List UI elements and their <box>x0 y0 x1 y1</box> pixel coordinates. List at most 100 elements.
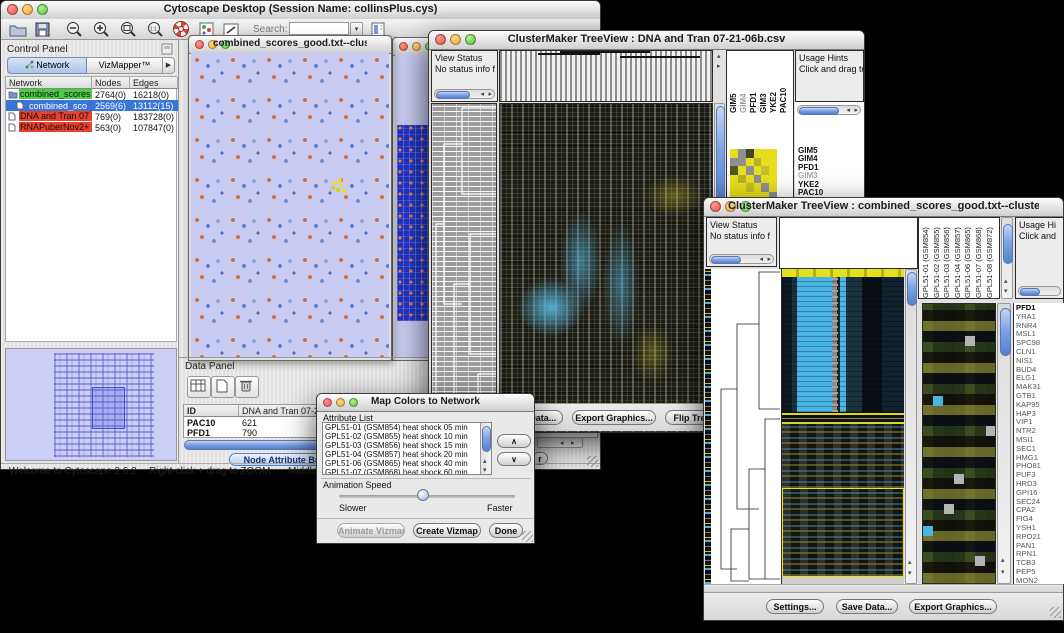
scroll-down-icon[interactable]: ▾ <box>1004 288 1008 296</box>
tv2-zoom-heatmap[interactable] <box>922 303 996 584</box>
resize-grip[interactable] <box>587 456 598 467</box>
close-button[interactable] <box>399 42 408 51</box>
network-row[interactable]: DNA and Tran 07 769(0) 183728(0) <box>6 111 178 122</box>
tv2-status-hscroll[interactable]: ◂ ▸ <box>709 254 774 264</box>
scroll-up-icon[interactable]: ▴ <box>1004 278 1008 286</box>
tv2-usage-hscroll-thumb[interactable] <box>1020 288 1040 296</box>
tv2-save-data-button[interactable]: Save Data... <box>836 599 898 614</box>
tv2-titlebar[interactable]: ClusterMaker TreeView : combined_scores_… <box>704 198 1063 217</box>
help-ring-icon[interactable] <box>173 21 189 37</box>
tv2-column-dendrogram[interactable] <box>779 217 918 269</box>
overview-viewport-rect[interactable] <box>92 387 125 429</box>
tv1-row-dendrogram[interactable] <box>431 103 497 433</box>
data-panel-hscroll-track[interactable]: ◂ ▸ <box>537 437 583 448</box>
attribute-item[interactable]: GPL51-02 (GSM855) heat shock 10 min <box>325 433 489 442</box>
gene-label[interactable]: MON2 <box>1016 577 1064 584</box>
scroll-right-icon[interactable]: ▸ <box>717 63 721 71</box>
scroll-left-icon[interactable]: ◂ <box>560 440 564 448</box>
dialog-titlebar[interactable]: Map Colors to Network <box>317 394 534 412</box>
attribute-listbox[interactable]: GPL51-01 (GSM854) heat shock 05 minGPL51… <box>322 422 492 475</box>
scroll-up-icon[interactable]: ▴ <box>717 53 721 61</box>
float-panel-icon[interactable] <box>161 43 173 55</box>
net1-titlebar[interactable]: combined_scores_good.txt--cluste... <box>189 36 391 54</box>
tab-vizmapper[interactable]: VizMapper™ <box>87 57 163 74</box>
network-overview[interactable] <box>5 348 177 461</box>
close-button[interactable] <box>435 34 446 45</box>
scroll-up-icon[interactable]: ▴ <box>908 559 912 567</box>
tv2-heatmap-vscroll[interactable]: ▴ ▾ <box>905 269 917 584</box>
scroll-down-icon[interactable]: ▾ <box>1001 569 1005 577</box>
scroll-left-icon[interactable]: ◂ <box>759 256 763 264</box>
tv2-settings-button[interactable]: Settings... <box>766 599 824 614</box>
attrlist-vscroll[interactable]: ▴ ▾ <box>480 423 491 475</box>
tv2-genelist-vscroll-thumb[interactable] <box>1000 308 1011 356</box>
zoom-out-icon[interactable] <box>65 21 83 38</box>
network-row[interactable]: combined_scores 2764(0) 16218(0) <box>6 89 178 100</box>
tv1-status-hscroll[interactable]: ◂ ▸ <box>434 89 495 99</box>
search-input[interactable] <box>289 22 349 35</box>
network-row-selected[interactable]: combined_sco 2569(6) 13112(15) <box>6 100 178 111</box>
new-attribute-button[interactable] <box>211 376 235 398</box>
save-session-icon[interactable] <box>35 22 50 37</box>
animate-vizmap-button[interactable]: Animate Vizmap <box>337 523 405 538</box>
minimize-button[interactable] <box>412 42 421 51</box>
attribute-item[interactable]: GPL51-03 (GSM856) heat shock 15 min <box>325 442 489 451</box>
close-button[interactable] <box>323 398 332 407</box>
network-row[interactable]: RNAPuberNov2+ 563(0) 107847(0) <box>6 122 178 133</box>
open-session-icon[interactable] <box>9 22 27 37</box>
scroll-right-icon[interactable]: ▸ <box>488 91 492 99</box>
main-titlebar[interactable]: Cytoscape Desktop (Session Name: collins… <box>1 1 600 20</box>
attribute-item[interactable]: GPL51-01 (GSM854) heat shock 05 min <box>325 424 489 433</box>
tv1-heatmap-vscroll-thumb[interactable] <box>716 106 725 203</box>
attr-col-id[interactable]: ID <box>184 405 239 417</box>
zoom-in-icon[interactable] <box>92 21 110 38</box>
speed-slider-thumb[interactable] <box>417 489 429 501</box>
attribute-select-button[interactable] <box>187 376 211 398</box>
attrlist-vscroll-thumb[interactable] <box>482 426 491 452</box>
scroll-down-icon[interactable]: ▾ <box>483 467 487 475</box>
tv2-heatmap-selection[interactable] <box>782 488 904 577</box>
tv2-usage-hscroll[interactable] <box>1018 286 1061 296</box>
tv2-export-graphics-button[interactable]: Export Graphics... <box>909 599 997 614</box>
move-down-button[interactable]: ∨ <box>497 452 531 466</box>
attribute-item[interactable]: GPL51-07 (GSM868) heat shock 60 min <box>325 469 489 475</box>
tv2-collabel-vscroll[interactable]: ▴ ▾ <box>1001 217 1013 299</box>
close-button[interactable] <box>710 201 721 212</box>
tv2-heatmap[interactable] <box>782 269 904 584</box>
tv1-heatmap[interactable] <box>499 103 713 433</box>
tv2-status-hscroll-thumb[interactable] <box>711 256 741 264</box>
done-button[interactable]: Done <box>489 523 523 538</box>
tv1-usage-hscroll[interactable]: ◂ ▸ <box>797 105 861 115</box>
attr-cell[interactable]: PFD1 <box>184 427 239 438</box>
tab-network[interactable]: Network <box>7 57 87 74</box>
scroll-up-icon[interactable]: ▴ <box>1001 557 1005 565</box>
tv1-submatrix-heatmap[interactable] <box>730 149 777 200</box>
resize-grip[interactable] <box>522 531 533 542</box>
tv1-export-graphics-button[interactable]: Export Graphics... <box>572 410 656 425</box>
move-up-button[interactable]: ∧ <box>497 434 531 448</box>
close-button[interactable] <box>195 40 204 49</box>
zoom-selected-region-icon[interactable] <box>119 21 137 38</box>
tv1-titlebar[interactable]: ClusterMaker TreeView : DNA and Tran 07-… <box>429 31 864 50</box>
scroll-up-icon[interactable]: ▴ <box>483 458 487 466</box>
scroll-right-icon[interactable]: ▸ <box>854 107 858 115</box>
tv2-row-dendrogram[interactable] <box>711 269 782 584</box>
tv2-genelist-vscroll[interactable]: ▴ ▾ <box>997 303 1011 584</box>
tv2-collabel-vscroll-thumb[interactable] <box>1003 224 1013 264</box>
tv1-status-hscroll-thumb[interactable] <box>436 91 470 99</box>
attribute-item[interactable]: GPL51-06 (GSM865) heat shock 40 min <box>325 460 489 469</box>
net1-canvas[interactable] <box>191 53 389 358</box>
attribute-item[interactable]: GPL51-04 (GSM857) heat shock 20 min <box>325 451 489 460</box>
close-button[interactable] <box>7 4 18 15</box>
tv2-heatmap-vscroll-thumb[interactable] <box>907 272 917 306</box>
zoom-fit-icon[interactable]: 1:1 <box>146 21 164 38</box>
tv1-column-dendrogram[interactable] <box>499 50 713 102</box>
scroll-left-icon[interactable]: ◂ <box>846 107 850 115</box>
tab-overflow-arrow-icon[interactable]: ▶ <box>163 57 175 74</box>
scroll-down-icon[interactable]: ▾ <box>908 570 912 578</box>
resize-grip[interactable] <box>1050 607 1061 618</box>
scroll-right-icon[interactable]: ▸ <box>767 256 771 264</box>
scroll-right-icon[interactable]: ▸ <box>571 440 575 448</box>
create-vizmap-button[interactable]: Create Vizmap <box>413 523 481 538</box>
tv1-usage-hscroll-thumb[interactable] <box>799 107 839 115</box>
